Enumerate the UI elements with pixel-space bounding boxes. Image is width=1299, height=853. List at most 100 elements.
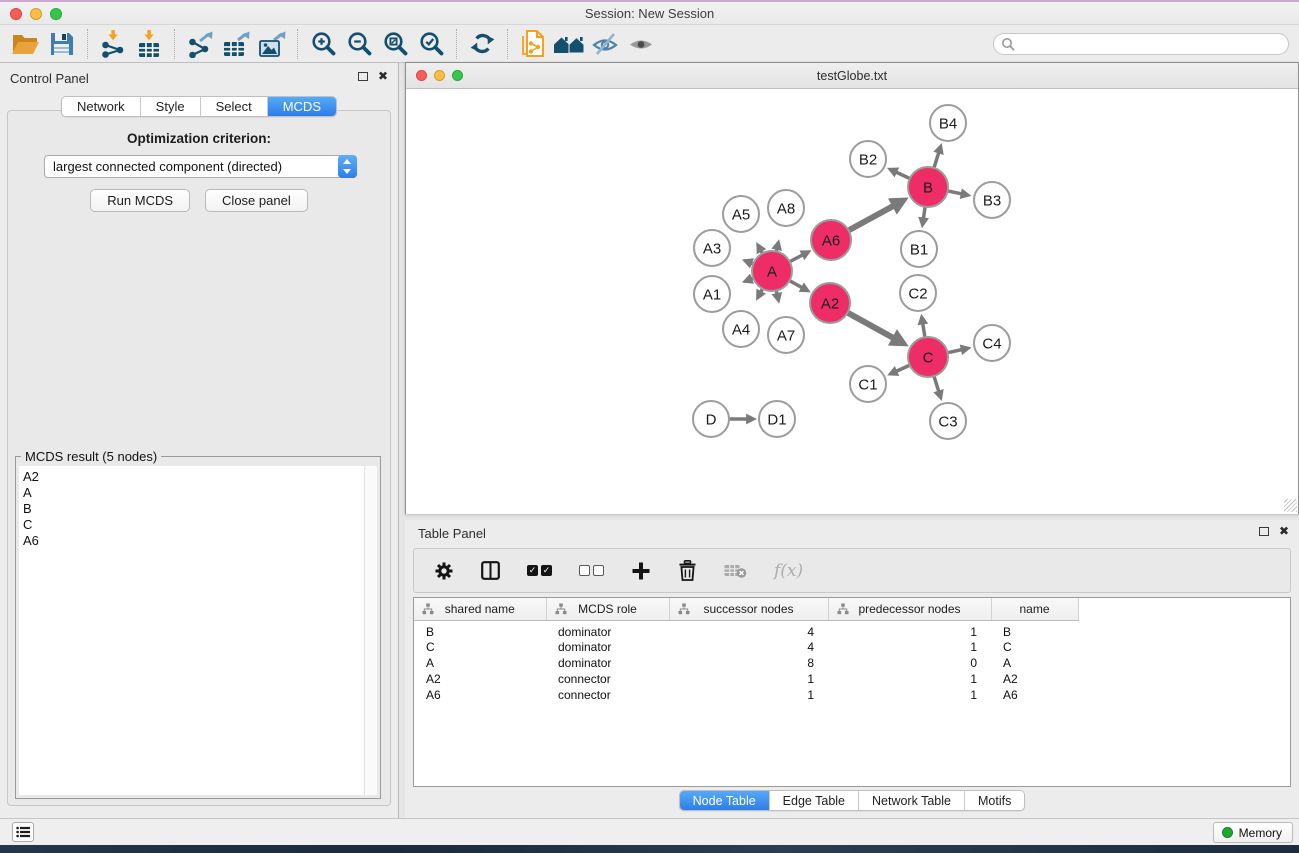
column-header-shared-name[interactable]: shared name	[414, 598, 546, 620]
mcds-result-listbox[interactable]: A2ABCA6	[19, 466, 377, 795]
save-session-button[interactable]	[44, 28, 80, 60]
table-cell[interactable]: dominator	[546, 639, 669, 655]
table-cell[interactable]: 1	[828, 671, 991, 687]
graph-node-A1[interactable]: A1	[694, 276, 730, 312]
open-session-button[interactable]	[8, 28, 44, 60]
table-cell[interactable]: A	[414, 655, 546, 671]
show-all-button[interactable]	[623, 28, 659, 60]
table-cell[interactable]: 0	[828, 655, 991, 671]
tab-network[interactable]: Network	[62, 97, 141, 116]
memory-button[interactable]: Memory	[1213, 822, 1293, 843]
first-neighbors-button[interactable]	[551, 28, 587, 60]
graph-node-B1[interactable]: B1	[901, 231, 937, 267]
graph-node-B[interactable]: B	[908, 167, 948, 207]
graph-node-C4[interactable]: C4	[974, 325, 1010, 361]
graph-node-A2[interactable]: A2	[810, 283, 850, 323]
zoom-in-button[interactable]	[305, 28, 341, 60]
graph-node-A3[interactable]: A3	[694, 230, 730, 266]
create-column-button[interactable]	[631, 561, 651, 581]
graph-node-A[interactable]: A	[752, 251, 792, 291]
table-cell[interactable]: 1	[828, 639, 991, 655]
graph-node-D[interactable]: D	[693, 401, 729, 437]
column-header-name[interactable]: name	[991, 598, 1078, 620]
table-cell[interactable]: A6	[414, 687, 546, 703]
table-cell[interactable]: B	[991, 620, 1078, 639]
close-panel-icon[interactable]: ✖	[378, 71, 388, 81]
result-list-item[interactable]: A2	[23, 469, 377, 485]
task-history-button[interactable]	[12, 822, 34, 842]
export-network-button[interactable]	[182, 28, 218, 60]
graph-node-A7[interactable]: A7	[768, 317, 804, 353]
table-cell[interactable]: dominator	[546, 620, 669, 639]
table-cell[interactable]: 8	[669, 655, 828, 671]
table-cell[interactable]: C	[414, 639, 546, 655]
result-scrollbar[interactable]	[364, 466, 377, 795]
tab-edge-table[interactable]: Edge Table	[770, 791, 859, 810]
table-cell[interactable]: 1	[828, 620, 991, 639]
graph-node-C[interactable]: C	[908, 337, 948, 377]
import-table-button[interactable]	[131, 28, 167, 60]
delete-column-button[interactable]	[678, 560, 697, 581]
select-all-columns-button[interactable]: ✓ ✓	[527, 565, 552, 576]
graph-node-C1[interactable]: C1	[850, 366, 886, 402]
tab-select[interactable]: Select	[201, 97, 268, 116]
close-table-panel-icon[interactable]: ✖	[1279, 526, 1289, 536]
table-cell[interactable]: A2	[991, 671, 1078, 687]
zoom-fit-button[interactable]	[377, 28, 413, 60]
table-row[interactable]: A2connector11A2	[414, 671, 1290, 687]
graph-node-C3[interactable]: C3	[930, 403, 966, 439]
graph-node-B3[interactable]: B3	[974, 182, 1010, 218]
column-header-predecessor-nodes[interactable]: predecessor nodes	[828, 598, 991, 620]
unselect-all-columns-button[interactable]	[579, 565, 604, 576]
zoom-out-button[interactable]	[341, 28, 377, 60]
graph-node-A6[interactable]: A6	[811, 220, 851, 260]
close-panel-button[interactable]: Close panel	[205, 189, 308, 212]
result-list-item[interactable]: B	[23, 501, 377, 517]
select-stepper-icon[interactable]	[338, 155, 357, 178]
show-column-panel-button[interactable]	[481, 561, 500, 580]
column-header-successor-nodes[interactable]: successor nodes	[669, 598, 828, 620]
table-cell[interactable]: B	[414, 620, 546, 639]
graph-node-D1[interactable]: D1	[759, 401, 795, 437]
float-table-panel-icon[interactable]	[1259, 527, 1269, 536]
graph-node-C2[interactable]: C2	[900, 275, 936, 311]
table-row[interactable]: Bdominator41B	[414, 620, 1290, 639]
graph-node-B2[interactable]: B2	[850, 141, 886, 177]
float-panel-icon[interactable]	[358, 72, 368, 81]
table-cell[interactable]: A6	[991, 687, 1078, 703]
graph-edge-A2-C[interactable]	[846, 312, 894, 339]
resize-grip[interactable]	[1284, 499, 1297, 512]
tab-motifs[interactable]: Motifs	[965, 791, 1024, 810]
table-cell[interactable]: 1	[828, 687, 991, 703]
table-cell[interactable]: 1	[669, 671, 828, 687]
graph-node-B4[interactable]: B4	[930, 105, 966, 141]
table-settings-button[interactable]	[434, 561, 454, 581]
table-cell[interactable]: connector	[546, 687, 669, 703]
result-list-item[interactable]: A6	[23, 533, 377, 549]
delete-table-button[interactable]	[724, 562, 747, 579]
column-header-mcds-role[interactable]: MCDS role	[546, 598, 669, 620]
network-window-titlebar[interactable]: testGlobe.txt	[406, 63, 1298, 89]
table-cell[interactable]: 4	[669, 639, 828, 655]
tab-mcds[interactable]: MCDS	[268, 97, 336, 116]
graph-edge-A6-B[interactable]	[847, 206, 894, 232]
table-cell[interactable]: connector	[546, 671, 669, 687]
table-cell[interactable]: 1	[669, 687, 828, 703]
table-row[interactable]: Adominator80A	[414, 655, 1290, 671]
graph-node-A8[interactable]: A8	[768, 190, 804, 226]
refresh-layout-button[interactable]	[464, 28, 500, 60]
tab-style[interactable]: Style	[141, 97, 201, 116]
export-image-button[interactable]	[254, 28, 290, 60]
table-row[interactable]: Cdominator41C	[414, 639, 1290, 655]
table-cell[interactable]: A	[991, 655, 1078, 671]
function-builder-button[interactable]: f(x)	[774, 561, 803, 581]
graph-node-A4[interactable]: A4	[723, 311, 759, 347]
table-cell[interactable]: dominator	[546, 655, 669, 671]
graph-node-A5[interactable]: A5	[723, 196, 759, 232]
table-cell[interactable]: 4	[669, 620, 828, 639]
search-field[interactable]	[993, 33, 1289, 55]
import-network-button[interactable]	[95, 28, 131, 60]
table-row[interactable]: A6connector11A6	[414, 687, 1290, 703]
tab-network-table[interactable]: Network Table	[859, 791, 965, 810]
criterion-select[interactable]: largest connected component (directed)	[44, 155, 357, 178]
